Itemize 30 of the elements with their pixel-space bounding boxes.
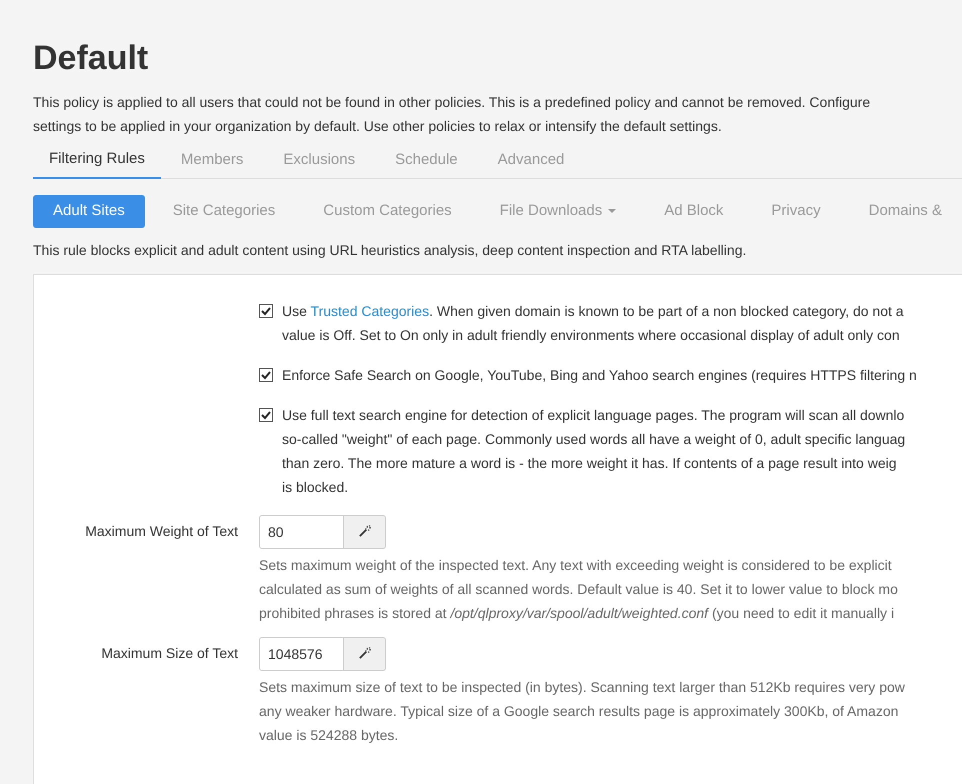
- trusted-categories-link[interactable]: Trusted Categories: [310, 302, 430, 318]
- rule-description: This rule blocks explicit and adult content using URL heuristics analysis, deep content inspection and RTA labelling.: [33, 240, 748, 260]
- subtab[interactable]: Site Categories: [152, 194, 296, 228]
- checkbox[interactable]: [259, 304, 273, 318]
- tab[interactable]: Schedule: [375, 148, 478, 178]
- tab[interactable]: Exclusions: [263, 148, 376, 178]
- magic-wand-icon: [358, 525, 371, 538]
- page-title: Default: [33, 38, 150, 79]
- checkbox[interactable]: [259, 368, 273, 382]
- subtab[interactable]: Ad Block: [644, 194, 744, 228]
- field-label: Maximum Weight of Text: [84, 522, 238, 541]
- tab[interactable]: Filtering Rules: [33, 148, 161, 178]
- help-text: Sets maximum size of text to be inspected (in bytes). Scanning text larger than 512Kb requires very pow any weaker hardware. Typical size of a Google search results page is approximately 300Kb, of Amazon value is 524288 bytes.: [258, 678, 906, 745]
- option-label: Use full text search engine for detection of explicit language pages. The program will scan all downlo so-called "weight" of each page. Commonly used words all have a weight of 0, adult specific languag than zero. The more mature a word is - the more weight it has. If contents of a page result into weig is blocked.: [282, 406, 906, 496]
- help-text: Sets maximum weight of the inspected text. Any text with exceeding weight is considered to be explicit calculated as sum of weights of all scanned words. Default value is 40. Set it to lower value to block mo prohibited phrases is stored at /opt/qlproxy/var/spool/adult/weighted.conf (you need to edit it manually i: [258, 556, 899, 623]
- option-label: Enforce Safe Search on Google, YouTube, Bing and Yahoo search engines (requires HTTPS filtering n: [282, 366, 917, 385]
- subtab[interactable]: Custom Categories: [303, 194, 472, 228]
- tab[interactable]: Advanced: [478, 148, 584, 178]
- option-label: Use Trusted Categories. When given domain is known to be part of a non blocked category, do not a value is Off. Set to On only in adult friendly environments where occasional display of adult only con: [282, 302, 904, 345]
- tab[interactable]: Members: [160, 148, 264, 178]
- subtab[interactable]: Domains &: [848, 194, 962, 228]
- subtab[interactable]: Privacy: [751, 194, 841, 228]
- subtab[interactable]: Adult Sites: [33, 194, 145, 228]
- input-field[interactable]: 80: [259, 514, 344, 548]
- input-field[interactable]: 1048576: [259, 636, 344, 670]
- checkbox[interactable]: [259, 408, 273, 422]
- subtab[interactable]: File Downloads: [480, 194, 636, 228]
- field-label: Maximum Size of Text: [100, 644, 238, 663]
- policy-description: This policy is applied to all users that could not be found in other policies. This is a predefined policy and cannot be removed. Configure settings to be applied in your organization by default. Use other policies to relax or intensify the default settings.: [33, 93, 872, 136]
- magic-wand-icon: [358, 647, 371, 660]
